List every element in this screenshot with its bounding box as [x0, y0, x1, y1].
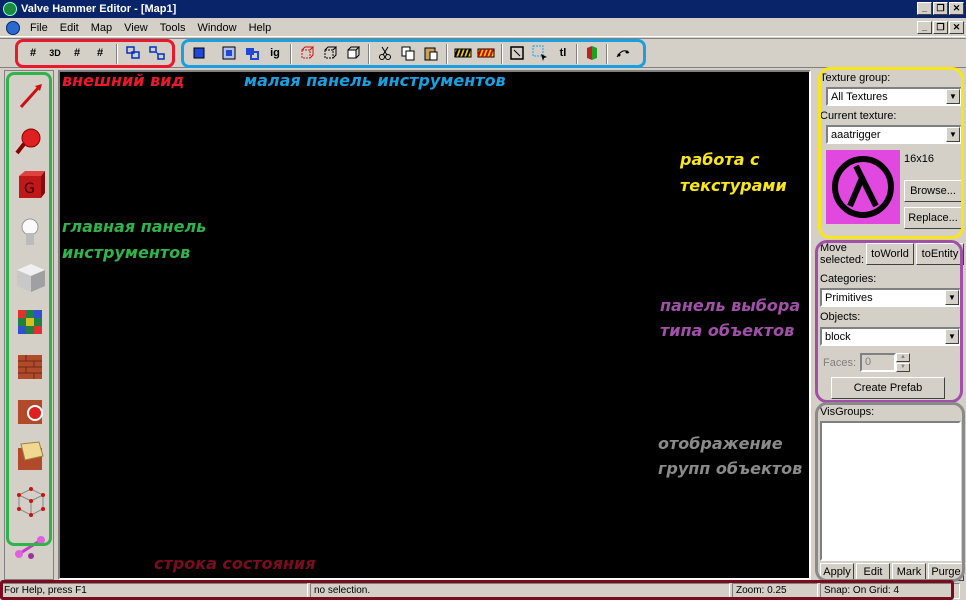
menu-tools[interactable]: Tools [154, 22, 192, 34]
main-toolbar-ring [6, 72, 52, 546]
menu-window[interactable]: Window [191, 22, 242, 34]
annotation-groups-2: групп объектов [658, 459, 803, 478]
appearance-ring [15, 39, 175, 68]
menu-edit[interactable]: Edit [54, 22, 85, 34]
minimize-button[interactable]: _ [917, 2, 932, 15]
objects-ring [815, 240, 963, 403]
menu-bar: File Edit Map View Tools Window Help [0, 19, 966, 37]
annotation-main-toolbar-2: инструментов [62, 243, 191, 262]
mdi-restore-button[interactable]: ❐ [933, 21, 948, 34]
annotation-statusbar: строка состояния [154, 554, 316, 573]
menu-file[interactable]: File [24, 22, 54, 34]
annotation-texture-1: работа с [680, 150, 760, 169]
annotation-texture-2: текстурами [680, 176, 787, 195]
annotation-main-toolbar-1: главная панель [62, 217, 207, 236]
annotation-appearance: внешний вид [62, 71, 185, 90]
menu-help[interactable]: Help [243, 22, 278, 34]
window-title: Valve Hammer Editor - [Map1] [21, 3, 177, 15]
mdi-minimize-button[interactable]: _ [917, 21, 932, 34]
hammer-logo-icon [3, 2, 17, 16]
title-bar: Valve Hammer Editor - [Map1] _ ❐ ✕ [0, 0, 966, 18]
annotation-small-toolbar: малая панель инструментов [244, 71, 506, 90]
annotation-object-type-2: типа объектов [660, 321, 795, 340]
menu-map[interactable]: Map [85, 22, 118, 34]
visgroups-ring [815, 402, 965, 582]
document-icon[interactable] [6, 20, 20, 35]
mdi-close-button[interactable]: ✕ [949, 21, 964, 34]
small-toolbar-ring [181, 39, 646, 68]
menu-view[interactable]: View [118, 22, 154, 34]
texture-ring [818, 67, 964, 239]
close-button[interactable]: ✕ [949, 2, 964, 15]
statusbar-ring [0, 580, 954, 600]
annotation-object-type-1: панель выбора [660, 296, 801, 315]
annotation-groups-1: отображение [658, 434, 783, 453]
restore-button[interactable]: ❐ [933, 2, 948, 15]
